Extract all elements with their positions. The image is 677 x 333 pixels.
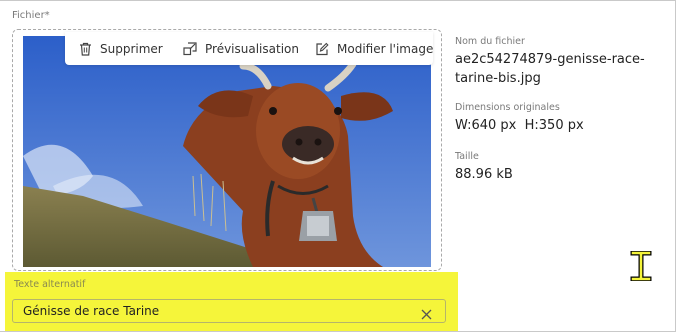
dimensions-label: Dimensions originales — [455, 102, 560, 113]
delete-button[interactable]: Supprimer — [79, 42, 163, 56]
edit-icon — [315, 42, 329, 56]
file-name-label: Nom du fichier — [455, 36, 525, 47]
preview-button[interactable]: Prévisualisation — [183, 42, 299, 56]
file-info-panel: Nom du fichier ae2c54274879-genisse-race… — [455, 36, 670, 184]
file-size-label: Taille — [455, 151, 479, 162]
alt-text-input[interactable] — [12, 299, 446, 323]
close-icon[interactable] — [421, 305, 432, 324]
alt-text-section: Texte alternatif — [5, 272, 458, 331]
image-toolbar: Supprimer Prévisualisation Modifier l'im… — [65, 32, 433, 65]
trash-icon — [79, 42, 92, 56]
preview-icon — [183, 41, 197, 56]
file-name-value: ae2c54274879-genisse-race-tarine-bis.jpg — [455, 52, 645, 86]
delete-label: Supprimer — [100, 41, 163, 56]
file-size-value: 88.96 kB — [455, 167, 513, 182]
edit-label: Modifier l'image — [337, 41, 434, 56]
edit-image-button[interactable]: Modifier l'image — [315, 42, 433, 56]
alt-text-label: Texte alternatif — [14, 279, 86, 290]
text-cursor-icon — [630, 250, 652, 285]
preview-label: Prévisualisation — [205, 41, 299, 56]
image-preview — [23, 36, 431, 267]
file-field-label: Fichier* — [12, 10, 50, 21]
dimensions-value: W:640 px H:350 px — [455, 118, 584, 133]
